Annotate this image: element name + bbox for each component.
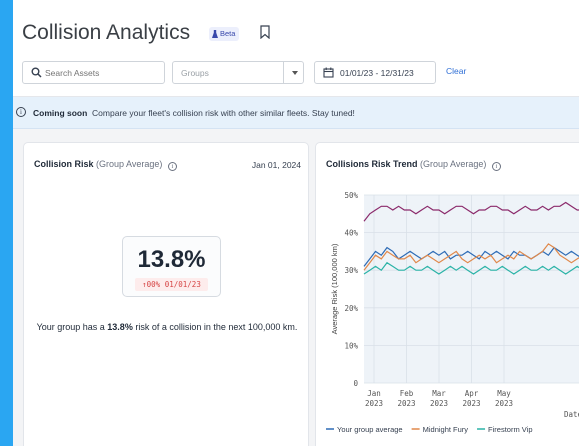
legend-entry: Midnight Fury xyxy=(423,425,469,434)
coming-soon-banner: i Coming soon Compare your fleet's colli… xyxy=(13,97,579,129)
risk-trend-card: Collisions Risk Trend (Group Average) i … xyxy=(315,142,579,446)
beta-badge: Beta xyxy=(209,27,240,41)
calendar-icon xyxy=(323,67,334,78)
info-icon[interactable]: i xyxy=(167,162,177,171)
risk-description: Your group has a 13.8% risk of a collisi… xyxy=(34,319,300,335)
x-tick-label: Jan xyxy=(367,389,381,398)
banner-text: Coming soon Compare your fleet's collisi… xyxy=(33,108,355,118)
beta-label: Beta xyxy=(220,29,236,38)
legend-entry: Firestorm Vip xyxy=(488,425,532,434)
x-tick-label: May xyxy=(497,389,511,398)
y-tick-label: 20% xyxy=(344,304,358,313)
risk-trend-chart: 010%20%30%40%50%Jan2023Feb2023Mar2023Apr… xyxy=(326,191,579,434)
flask-icon xyxy=(212,30,218,38)
collision-risk-title: Collision Risk (Group Average) i xyxy=(34,159,177,171)
clear-filters-link[interactable]: Clear xyxy=(446,66,466,76)
app-frame: Collision Analytics Beta Groups xyxy=(13,0,579,446)
groups-placeholder: Groups xyxy=(181,68,209,78)
x-tick-label: 2023 xyxy=(365,399,383,408)
y-tick-label: 50% xyxy=(344,191,358,200)
desc-before: Your group has a xyxy=(36,322,108,332)
y-axis-label: Average Risk (100,000 km) xyxy=(330,243,339,334)
info-icon: i xyxy=(16,107,26,117)
y-tick-label: 10% xyxy=(344,341,358,350)
legend-entry: Your group average xyxy=(337,425,403,434)
card-title-main: Collisions Risk Trend xyxy=(326,159,418,169)
risk-trend-title: Collisions Risk Trend (Group Average) i xyxy=(326,159,501,171)
card-date: Jan 01, 2024 xyxy=(251,160,301,170)
select-divider xyxy=(283,62,284,83)
y-tick-label: 0 xyxy=(353,379,358,388)
groups-select[interactable]: Groups xyxy=(172,61,304,84)
search-assets-field[interactable] xyxy=(22,61,165,84)
x-tick-label: 2023 xyxy=(430,399,448,408)
x-tick-label: Mar xyxy=(432,389,446,398)
date-range-picker[interactable]: 01/01/23 - 12/31/23 xyxy=(314,61,436,84)
collision-risk-card: Collision Risk (Group Average) i Jan 01,… xyxy=(23,142,309,446)
date-range-value: 01/01/23 - 12/31/23 xyxy=(340,68,414,78)
page-title: Collision Analytics xyxy=(22,21,191,44)
desc-value: 13.8% xyxy=(107,322,133,332)
x-axis-label: Date xyxy=(564,410,579,419)
risk-value: 13.8% xyxy=(137,246,206,273)
card-title-sub: (Group Average) xyxy=(96,159,163,169)
banner-message: Compare your fleet's collision risk with… xyxy=(92,108,355,118)
risk-kpi-box: 13.8% ↑00% 01/01/23 xyxy=(122,236,221,297)
page-header: Collision Analytics Beta Groups xyxy=(13,0,579,97)
x-tick-label: Apr xyxy=(465,389,479,398)
bookmark-icon[interactable] xyxy=(260,25,270,39)
card-title-main: Collision Risk xyxy=(34,159,94,169)
search-input[interactable] xyxy=(45,64,160,81)
desc-after: risk of a collision in the next 100,000 … xyxy=(132,322,298,332)
info-icon[interactable]: i xyxy=(491,162,501,171)
x-tick-label: 2023 xyxy=(397,399,415,408)
card-title-sub: (Group Average) xyxy=(420,159,487,169)
x-tick-label: 2023 xyxy=(462,399,480,408)
y-tick-label: 40% xyxy=(344,229,358,238)
x-tick-label: Feb xyxy=(400,389,414,398)
chevron-down-icon[interactable] xyxy=(292,71,298,75)
banner-lead: Coming soon xyxy=(33,108,88,118)
search-icon xyxy=(31,67,42,78)
y-tick-label: 30% xyxy=(344,266,358,275)
x-tick-label: 2023 xyxy=(495,399,513,408)
risk-change-badge: ↑00% 01/01/23 xyxy=(135,278,208,291)
